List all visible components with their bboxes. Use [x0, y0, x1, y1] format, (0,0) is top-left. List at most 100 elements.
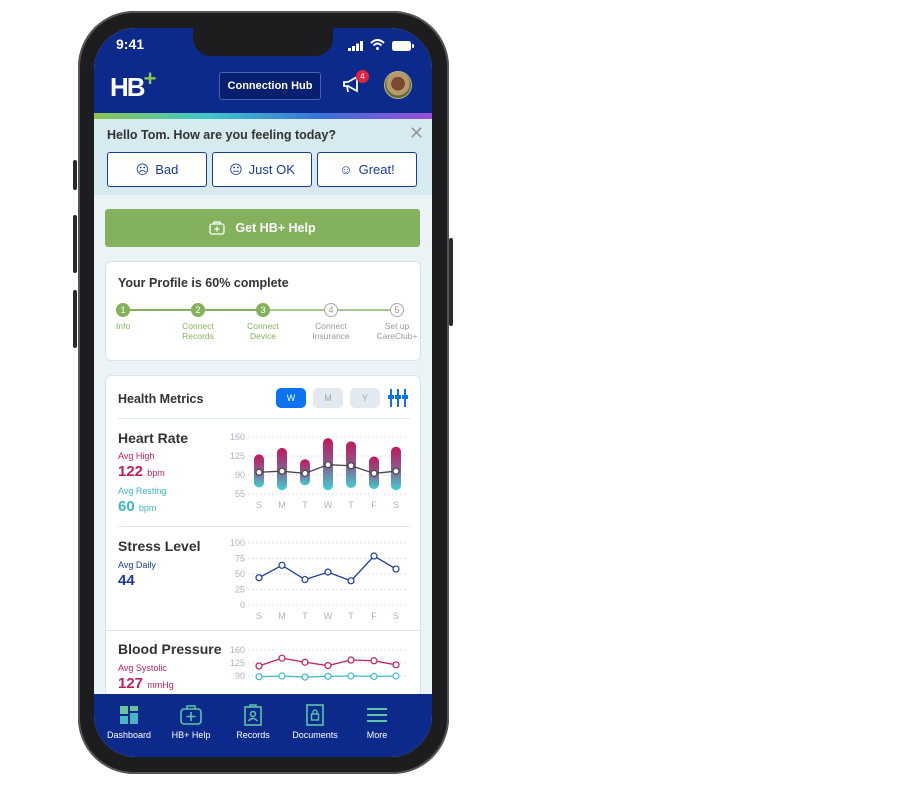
systolic-point — [324, 662, 332, 670]
x-tick-label: T — [348, 611, 354, 620]
notification-badge: 4 — [356, 70, 369, 83]
volume-down-button — [73, 290, 77, 348]
filter-sliders-icon[interactable] — [387, 388, 409, 413]
x-tick-label: W — [324, 500, 333, 510]
documents-icon — [306, 704, 324, 726]
hb-logo[interactable]: HB+ — [110, 66, 156, 103]
period-year-button[interactable]: Y — [350, 388, 380, 408]
diastolic-point — [347, 672, 355, 680]
y-tick-label: 90 — [235, 470, 245, 480]
heart-rate-avg-point — [301, 469, 309, 477]
signal-icon — [348, 38, 364, 56]
stress-line — [258, 555, 397, 582]
mood-ok-button[interactable]: 😐︎ Just OK — [212, 152, 312, 187]
sad-face-icon: ☹ — [135, 161, 150, 177]
profile-step-3[interactable]: 3 — [256, 303, 270, 317]
y-tick-label: 75 — [235, 554, 245, 564]
notch — [193, 28, 333, 56]
nav-label: Records — [236, 730, 270, 740]
x-tick-label: W — [324, 611, 333, 620]
systolic-point — [301, 658, 309, 666]
dashboard-icon — [120, 706, 138, 724]
stress-point — [370, 552, 378, 560]
profile-title: Your Profile is 60% complete — [118, 276, 289, 290]
nav-documents[interactable]: Documents — [285, 704, 345, 740]
x-tick-label: T — [302, 611, 308, 620]
profile-step-4[interactable]: 4 — [324, 303, 338, 317]
mood-great-button[interactable]: ☺ Great! — [317, 152, 417, 187]
nav-more[interactable]: More — [347, 704, 407, 740]
y-tick-label: 125 — [230, 658, 245, 668]
mood-label: Bad — [155, 162, 179, 177]
nav-label: Documents — [292, 730, 338, 740]
y-tick-label: 160 — [230, 432, 245, 442]
systolic-point — [392, 661, 400, 669]
divider — [118, 418, 410, 419]
x-tick-label: M — [278, 500, 286, 510]
profile-step-2[interactable]: 2 — [191, 303, 205, 317]
x-tick-label: S — [256, 500, 262, 510]
nav-dashboard[interactable]: Dashboard — [99, 704, 159, 740]
y-tick-label: 125 — [230, 451, 245, 461]
mute-switch — [73, 160, 77, 190]
heart-rate-title: Heart Rate — [118, 430, 189, 446]
nav-hb-help[interactable]: HB+ Help — [161, 704, 221, 740]
stress-point — [347, 577, 355, 585]
stress-avg-label: Avg Daily — [118, 560, 156, 570]
heart-rate-avg-point — [255, 468, 263, 476]
profile-card[interactable]: Your Profile is 60% complete 1 Info 2 Conne… — [105, 261, 421, 361]
avg-systolic-label: Avg Systolic — [118, 663, 167, 673]
volume-up-button — [73, 215, 77, 273]
heart-rate-avg-point — [370, 469, 378, 477]
heart-rate-avg-point — [392, 467, 400, 475]
user-avatar[interactable] — [384, 71, 412, 99]
avg-systolic-value: 127 mmHg — [118, 675, 174, 692]
period-month-button[interactable]: M — [313, 388, 343, 408]
smile-face-icon: ☺ — [339, 162, 353, 177]
status-time: 9:41 — [116, 36, 145, 52]
divider — [106, 630, 422, 631]
stress-point — [392, 565, 400, 573]
stress-point — [324, 568, 332, 576]
diastolic-point — [324, 672, 332, 680]
profile-step-1[interactable]: 1 — [116, 303, 130, 317]
blood-pressure-title: Blood Pressure — [118, 641, 222, 657]
y-tick-label: 55 — [235, 489, 245, 499]
nav-records[interactable]: Records — [223, 704, 283, 740]
diastolic-point — [370, 672, 378, 680]
y-tick-label: 50 — [235, 569, 245, 579]
y-tick-label: 160 — [230, 645, 245, 655]
profile-step-label: Connect Device — [247, 321, 279, 341]
profile-step-5[interactable]: 5 — [390, 303, 404, 317]
app-screen: 9:41 HB+ Connection Hub 4 Hello Tom. How… — [94, 28, 432, 757]
stress-point — [278, 561, 286, 569]
mood-bad-button[interactable]: ☹ Bad — [107, 152, 207, 187]
neutral-face-icon: 😐︎ — [229, 161, 243, 177]
profile-step-label: Info — [116, 321, 131, 331]
nav-label: More — [366, 730, 388, 740]
health-metrics-title: Health Metrics — [118, 392, 204, 406]
heart-rate-avg-point — [347, 462, 355, 470]
power-button — [449, 238, 453, 326]
menu-icon — [367, 708, 387, 722]
systolic-point — [278, 654, 286, 662]
diastolic-point — [278, 672, 286, 680]
x-tick-label: F — [371, 500, 377, 510]
diastolic-point — [301, 673, 309, 681]
get-help-button[interactable]: Get HB+ Help — [105, 209, 420, 247]
systolic-point — [370, 657, 378, 665]
x-tick-label: S — [393, 500, 399, 510]
y-tick-label: 25 — [235, 585, 245, 595]
period-week-button[interactable]: W — [276, 388, 306, 408]
connection-hub-button[interactable]: Connection Hub — [219, 72, 321, 100]
x-tick-label: T — [302, 500, 308, 510]
close-icon[interactable]: ✕ — [409, 124, 424, 142]
records-icon — [244, 704, 262, 726]
x-tick-label: S — [256, 611, 262, 620]
avg-resting-label: Avg Resting — [118, 486, 167, 496]
battery-icon — [392, 38, 414, 56]
nav-label: Dashboard — [106, 730, 152, 740]
avg-high-value: 122 bpm — [118, 463, 165, 480]
heart-rate-avg-point — [278, 467, 286, 475]
wifi-icon — [370, 37, 385, 55]
